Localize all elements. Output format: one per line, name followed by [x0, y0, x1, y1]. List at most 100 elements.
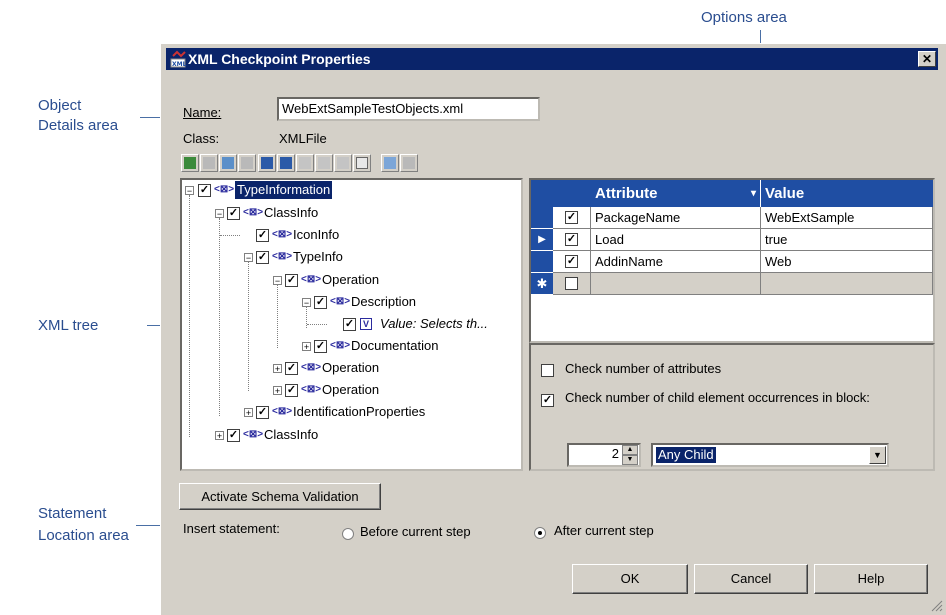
toolbar-add-icon[interactable] [181, 154, 199, 172]
toolbar-schema-icon[interactable] [277, 154, 295, 172]
title-bar[interactable]: XML XML Checkpoint Properties ✕ [166, 48, 938, 70]
checkbox-icon[interactable]: ✓ [285, 274, 298, 287]
tree-node-label: ClassInfo [264, 205, 319, 220]
attribute-column-header[interactable]: Attribute ▾ [591, 180, 761, 207]
child-element-select[interactable]: Any Child ▼ [651, 443, 889, 467]
checkbox-icon[interactable]: ✓ [256, 406, 269, 419]
checkbox-icon[interactable]: ✓ [256, 229, 269, 242]
checkbox-icon[interactable]: ✓ [565, 211, 578, 224]
checkbox-icon[interactable]: ✓ [314, 296, 327, 309]
toolbar-delete-icon[interactable] [334, 154, 352, 172]
ok-button[interactable]: OK [572, 564, 688, 594]
toolbar-table-icon[interactable] [296, 154, 314, 172]
tree-node-description[interactable]: − ✓ <⊠> Description [298, 293, 518, 311]
expand-icon[interactable]: + [244, 408, 253, 418]
checkbox-icon[interactable]: ✓ [227, 207, 240, 220]
attribute-cell[interactable]: AddinName [591, 251, 761, 273]
row-checkbox-cell[interactable]: ✓ [553, 251, 591, 273]
tree-node-identificationproperties[interactable]: + ✓ <⊠> IdentificationProperties [240, 403, 510, 421]
value-cell[interactable]: Web [761, 251, 933, 273]
value-cell[interactable] [761, 273, 933, 295]
object-details-callout-line1: Object [38, 97, 82, 114]
xml-element-icon: <⊠> [272, 229, 293, 240]
collapse-icon[interactable]: − [244, 253, 253, 263]
toolbar-xml-icon[interactable] [258, 154, 276, 172]
activate-schema-validation-button[interactable]: Activate Schema Validation [179, 483, 381, 510]
attribute-cell[interactable]: PackageName [591, 207, 761, 229]
checkbox-icon[interactable]: ✓ [256, 251, 269, 264]
attribute-cell[interactable] [591, 273, 761, 295]
resize-grip-icon[interactable] [929, 598, 943, 612]
row-header[interactable] [531, 207, 553, 229]
expand-icon[interactable]: + [215, 431, 224, 441]
checkbox-icon[interactable]: ✓ [565, 233, 578, 246]
tree-connector [307, 324, 327, 325]
check-child-occurrences-checkbox[interactable]: ✓ [541, 394, 554, 407]
close-button[interactable]: ✕ [918, 51, 936, 67]
toolbar-properties-icon[interactable] [353, 154, 371, 172]
tree-node-typeinformation[interactable]: − ✓ <⊠> TypeInformation [182, 181, 512, 199]
checkbox-icon[interactable]: ✓ [343, 318, 356, 331]
after-current-step-radio[interactable] [534, 527, 546, 539]
spin-up-icon[interactable]: ▲ [622, 445, 638, 455]
row-header-current[interactable]: ▶ [531, 229, 553, 251]
checkbox-icon[interactable]: ✓ [314, 340, 327, 353]
expand-icon[interactable]: + [302, 342, 311, 352]
check-attributes-checkbox[interactable] [541, 364, 554, 377]
xml-element-icon: <⊠> [301, 274, 322, 285]
value-column-header[interactable]: Value [761, 180, 933, 207]
toolbar-copy-icon[interactable] [238, 154, 256, 172]
tree-connector [277, 284, 278, 348]
check-child-occurrences-label: Check number of child element occurrence… [565, 390, 870, 405]
new-row-icon[interactable]: ✱ [531, 273, 553, 295]
xml-element-icon: <⊠> [243, 429, 264, 440]
toolbar-edit-icon[interactable] [200, 154, 218, 172]
expand-icon[interactable]: + [273, 386, 282, 396]
dropdown-arrow-icon[interactable]: ▼ [869, 446, 886, 464]
value-cell[interactable]: WebExtSample [761, 207, 933, 229]
name-field[interactable]: WebExtSampleTestObjects.xml [277, 97, 540, 121]
after-current-step-label: After current step [554, 523, 654, 538]
checkbox-icon[interactable]: ✓ [198, 184, 211, 197]
checkbox-icon[interactable]: ✓ [227, 429, 240, 442]
tree-node-classinfo-2[interactable]: + ✓ <⊠> ClassInfo [211, 426, 511, 444]
before-current-step-radio[interactable] [342, 528, 354, 540]
toolbar-move-icon[interactable] [219, 154, 237, 172]
filter-icon[interactable]: ▾ [751, 180, 756, 207]
help-button[interactable]: Help [814, 564, 928, 594]
collapse-icon[interactable]: − [302, 298, 311, 308]
tree-node-operation-2[interactable]: + ✓ <⊠> Operation [269, 359, 509, 377]
tree-node-typeinfo[interactable]: − ✓ <⊠> TypeInfo [240, 248, 510, 266]
tree-node-label: Operation [322, 272, 380, 287]
tree-node-value[interactable]: ✓ V Value: Selects th... [307, 315, 522, 333]
cancel-button[interactable]: Cancel [694, 564, 808, 594]
tree-node-classinfo[interactable]: − ✓ <⊠> ClassInfo [211, 204, 511, 222]
spin-down-icon[interactable]: ▼ [622, 455, 638, 465]
checkbox-icon[interactable] [565, 277, 578, 290]
toolbar-collapse-icon[interactable] [400, 154, 418, 172]
tree-node-documentation[interactable]: + ✓ <⊠> Documentation [298, 337, 518, 355]
row-checkbox-cell[interactable] [553, 273, 591, 295]
toolbar-expand-icon[interactable] [381, 154, 399, 172]
value-cell[interactable]: true [761, 229, 933, 251]
checkbox-icon[interactable]: ✓ [285, 362, 298, 375]
attribute-grid[interactable]: Attribute ▾ Value ✓ PackageName WebExtSa… [529, 178, 935, 343]
attribute-cell[interactable]: Load [591, 229, 761, 251]
row-checkbox-cell[interactable]: ✓ [553, 207, 591, 229]
tree-node-operation-3[interactable]: + ✓ <⊠> Operation [269, 381, 509, 399]
toolbar-paste-icon[interactable] [315, 154, 333, 172]
row-header[interactable] [531, 251, 553, 273]
checkbox-icon[interactable]: ✓ [565, 255, 578, 268]
collapse-icon[interactable]: − [273, 276, 282, 286]
svg-text:XML: XML [172, 61, 187, 68]
tree-node-iconinfo[interactable]: ✓ <⊠> IconInfo [220, 226, 510, 244]
tree-node-operation[interactable]: − ✓ <⊠> Operation [269, 271, 509, 289]
collapse-icon[interactable]: − [215, 209, 224, 219]
expand-icon[interactable]: + [273, 364, 282, 374]
occurrences-spinner[interactable]: 2 ▲ ▼ [567, 443, 641, 467]
checkbox-icon[interactable]: ✓ [285, 384, 298, 397]
check-attributes-label: Check number of attributes [565, 361, 722, 376]
collapse-icon[interactable]: − [185, 186, 194, 196]
row-checkbox-cell[interactable]: ✓ [553, 229, 591, 251]
xml-tree[interactable]: − ✓ <⊠> TypeInformation − ✓ <⊠> ClassInf… [180, 178, 523, 471]
